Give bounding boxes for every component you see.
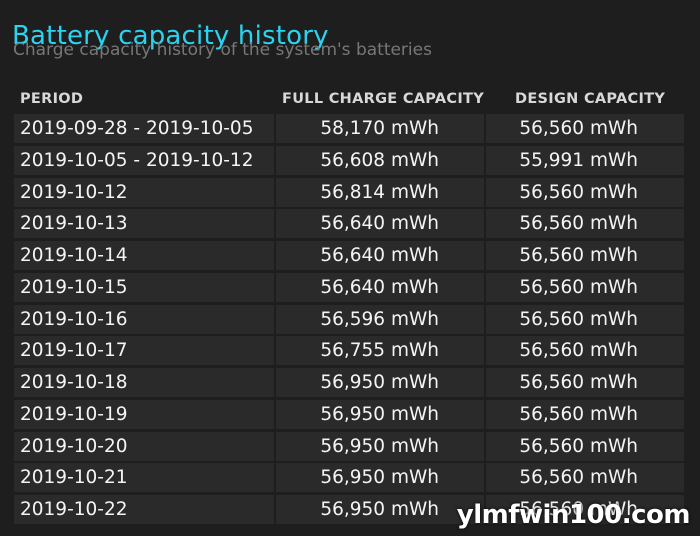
page-subtitle: Charge capacity history of the system's …	[13, 40, 432, 60]
design-capacity-cell: 56,560 mWh	[486, 177, 684, 207]
period-cell: 2019-10-12	[14, 177, 274, 207]
full-charge-cell: 56,755 mWh	[276, 336, 484, 366]
full-charge-cell: 56,950 mWh	[276, 463, 484, 493]
full-charge-cell: 56,640 mWh	[276, 272, 484, 302]
design-capacity-cell: 56,560 mWh	[486, 209, 684, 239]
design-capacity-cell: 56,560 mWh	[486, 463, 684, 493]
full-charge-cell: 56,950 mWh	[276, 431, 484, 461]
design-capacity-cell: 56,560 mWh	[486, 368, 684, 397]
battery-capacity-history-table: PERIOD FULL CHARGE CAPACITY DESIGN CAPAC…	[14, 86, 684, 527]
design-capacity-cell: 56,560 mWh	[486, 241, 684, 270]
table-row: 2019-10-05 - 2019-10-12 56,608 mWh 55,99…	[14, 145, 684, 175]
design-capacity-cell: 56,560 mWh	[486, 304, 684, 334]
period-cell: 2019-10-15	[14, 272, 274, 302]
full-charge-cell: 56,608 mWh	[276, 145, 484, 175]
table-row: 2019-10-21 56,950 mWh 56,560 mWh	[14, 463, 684, 493]
full-charge-cell: 56,950 mWh	[276, 399, 484, 429]
table-header: PERIOD FULL CHARGE CAPACITY DESIGN CAPAC…	[14, 86, 684, 112]
full-charge-cell: 56,640 mWh	[276, 241, 484, 270]
period-cell: 2019-10-16	[14, 304, 274, 334]
period-cell: 2019-10-21	[14, 463, 274, 493]
design-capacity-cell: 56,560 mWh	[486, 336, 684, 366]
full-charge-cell: 56,814 mWh	[276, 177, 484, 207]
table-row: 2019-10-20 56,950 mWh 56,560 mWh	[14, 431, 684, 461]
table-row: 2019-10-13 56,640 mWh 56,560 mWh	[14, 209, 684, 239]
full-charge-cell: 56,950 mWh	[276, 495, 484, 524]
table-row: 2019-10-19 56,950 mWh 56,560 mWh	[14, 399, 684, 429]
full-charge-cell: 56,950 mWh	[276, 368, 484, 397]
table-row: 2019-09-28 - 2019-10-05 58,170 mWh 56,56…	[14, 114, 684, 143]
period-cell: 2019-10-20	[14, 431, 274, 461]
period-cell: 2019-10-18	[14, 368, 274, 397]
design-capacity-cell: 56,560 mWh	[486, 114, 684, 143]
table-row: 2019-10-16 56,596 mWh 56,560 mWh	[14, 304, 684, 334]
period-cell: 2019-10-13	[14, 209, 274, 239]
table-row: 2019-10-14 56,640 mWh 56,560 mWh	[14, 241, 684, 270]
design-capacity-cell: 56,560 mWh	[486, 431, 684, 461]
period-cell: 2019-10-14	[14, 241, 274, 270]
table-row: 2019-10-15 56,640 mWh 56,560 mWh	[14, 272, 684, 302]
table-row: 2019-10-12 56,814 mWh 56,560 mWh	[14, 177, 684, 207]
full-charge-cell: 56,640 mWh	[276, 209, 484, 239]
full-charge-cell: 58,170 mWh	[276, 114, 484, 143]
table-row: 2019-10-17 56,755 mWh 56,560 mWh	[14, 336, 684, 366]
design-capacity-cell: 56,560 mWh	[486, 272, 684, 302]
table-row: 2019-10-18 56,950 mWh 56,560 mWh	[14, 368, 684, 397]
period-cell: 2019-09-28 - 2019-10-05	[14, 114, 274, 143]
header-period: PERIOD	[20, 91, 84, 107]
design-capacity-cell: 55,991 mWh	[486, 145, 684, 175]
period-cell: 2019-10-22	[14, 495, 274, 524]
period-cell: 2019-10-05 - 2019-10-12	[14, 145, 274, 175]
period-cell: 2019-10-17	[14, 336, 274, 366]
period-cell: 2019-10-19	[14, 399, 274, 429]
header-design-capacity: DESIGN CAPACITY	[515, 91, 666, 107]
design-capacity-cell: 56,560 mWh	[486, 399, 684, 429]
header-full-charge-capacity: FULL CHARGE CAPACITY	[282, 91, 485, 107]
full-charge-cell: 56,596 mWh	[276, 304, 484, 334]
site-watermark: ylmfwin100.com	[456, 500, 691, 530]
